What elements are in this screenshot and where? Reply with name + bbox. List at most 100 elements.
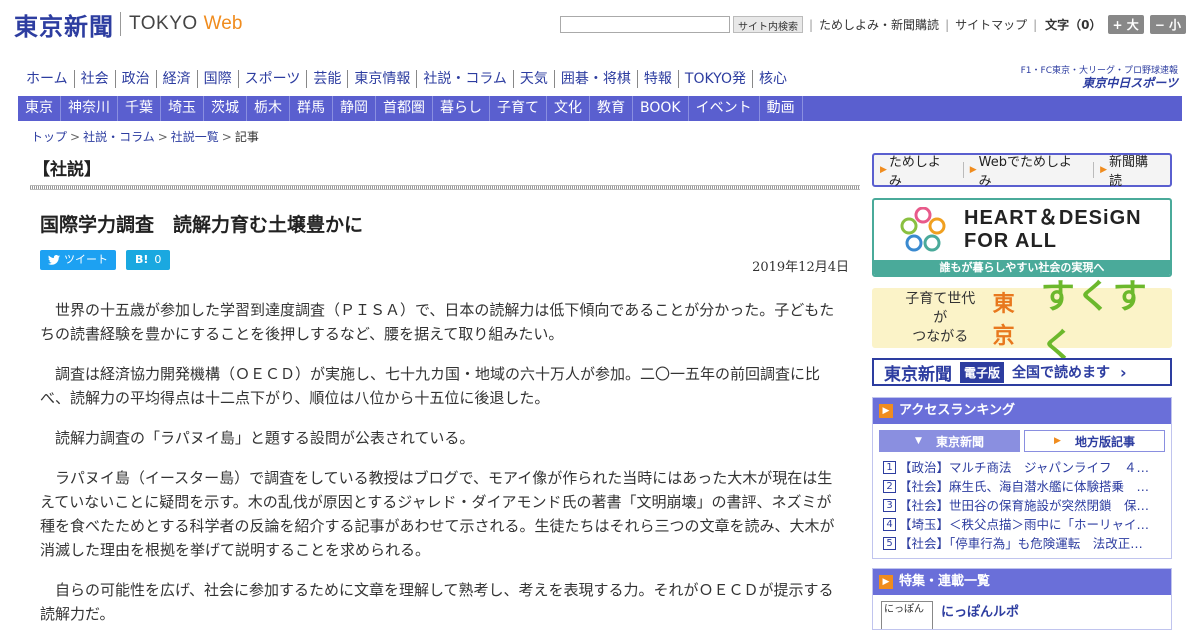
ranking-title: アクセスランキング [899,403,1015,418]
gnav-item-kakushin[interactable]: 核心 [751,70,793,88]
util-divider: | [1033,17,1038,32]
breadcrumb-editorial-list[interactable]: 社説一覧 [171,130,219,144]
access-ranking-panel: ▶ アクセスランキング ▼ 東京新聞 ▶ 地方版記事 1 【政治】マルチ商法 ジャパン… [872,397,1172,559]
chevron-down-icon: ▼ [915,436,922,446]
gnav-item-home[interactable]: ホーム [22,70,74,88]
article-paragraph: 読解力調査の「ラパヌイ島」と題する設問が公表されている。 [55,429,475,447]
suku-sub-line2: つながる [912,328,969,345]
digital-edition-banner[interactable]: 東京新聞 電子版 全国で読めます › [872,358,1172,386]
digi-logo: 東京新聞 [884,364,952,385]
site-search-button[interactable]: サイト内検索 [733,16,803,33]
ranking-item[interactable]: 1 【政治】マルチ商法 ジャパンライフ ４… [883,458,1161,477]
hd-line2: FOR ALL [964,230,1057,252]
hatena-icon: B! [135,253,149,266]
web-trial-link[interactable]: ▶ Webでためしよみ [970,151,1083,189]
article-paragraph: 調査は経済協力開発機構（ＯＥＣＤ）が実施し、七十九カ国・地域の六十万人が参加。二… [40,365,821,407]
ranking-tab-tokyo[interactable]: ▼ 東京新聞 [879,430,1020,452]
logo-en: TOKYO [129,13,198,34]
digi-text: 全国で読めます [1012,365,1111,381]
breadcrumb-top[interactable]: トップ [31,130,67,144]
suku-tokyo: 東京 [992,292,1015,349]
features-panel: ▶ 特集・連載一覧 にっぽん にっぽんルポ [872,568,1172,630]
lnav-item-ibaraki[interactable]: 茨城 [204,96,247,121]
breadcrumb: トップ > 社説・コラム > 社説一覧 > 記事 [31,130,259,144]
chunichi-brand: 東京中日スポーツ [1082,76,1178,90]
ranking-tab-local[interactable]: ▶ 地方版記事 [1024,430,1165,452]
trial-link[interactable]: ▶ ためしよみ [880,151,953,189]
ranking-item[interactable]: 4 【埼玉】＜秩父点描＞雨中に「ホーリャイ… [883,515,1161,534]
logo-jp: 東京新聞 [14,11,114,41]
chevron-right-icon: › [1120,362,1127,382]
tweet-button[interactable]: ツイート [40,250,116,270]
twitter-bird-icon [48,255,60,265]
feature-thumbnail: にっぽん [881,601,933,629]
article-paragraph: 自らの可能性を広げ、社会に参加するために文章を理解して熟考し、考えを表現する力。… [40,581,834,623]
subscribe-sidebar-link[interactable]: ▶ 新聞購読 [1100,151,1160,189]
lnav-item-douga[interactable]: 動画 [760,96,803,121]
sitemap-link[interactable]: サイトマップ [955,16,1027,33]
feature-label: にっぽんルポ [941,605,1020,620]
font-size-label: 文字（0） [1045,18,1102,32]
lnav-item-kosodate[interactable]: 子育て [490,96,547,121]
lnav-item-saitama[interactable]: 埼玉 [161,96,204,121]
lnav-item-chiba[interactable]: 千葉 [118,96,161,121]
feature-item[interactable]: にっぽん にっぽんルポ [873,595,1171,629]
breadcrumb-editorial[interactable]: 社説・コラム [83,130,155,144]
lnav-item-book[interactable]: BOOK [633,96,689,121]
gnav-item-sports[interactable]: スポーツ [237,70,307,88]
gnav-item-economy[interactable]: 経済 [155,70,197,88]
hd-line1: HEART＆DESiGN [964,207,1142,229]
gnav-item-society[interactable]: 社会 [73,70,115,88]
lnav-item-tochigi[interactable]: 栃木 [247,96,290,121]
lnav-item-kanagawa[interactable]: 神奈川 [61,96,118,121]
chunichi-sports-link[interactable]: F1・FC東京・大リーグ・プロ野球速報 東京中日スポーツ [1021,65,1178,89]
article-date: 2019年12月4日 [752,260,849,275]
sukusuku-banner[interactable]: 子育て世代が つながる 東京 すくすく [872,277,1172,366]
suku-sub-line1: 子育て世代が [905,290,976,326]
heart-design-logo-icon [900,207,946,252]
subscribe-link[interactable]: ためしよみ・新聞購読 [819,16,939,33]
gnav-item-politics[interactable]: 政治 [114,70,156,88]
arrow-right-icon: ▶ [1100,165,1107,175]
gnav-item-tokyo-info[interactable]: 東京情報 [347,70,416,88]
lnav-item-gunma[interactable]: 群馬 [290,96,333,121]
lnav-item-kyoiku[interactable]: 教育 [590,96,633,121]
suku-main: すくすく [1040,277,1149,366]
font-size-up-button[interactable]: + 大 [1107,15,1144,34]
local-nav: 東京 神奈川 千葉 埼玉 茨城 栃木 群馬 静岡 首都圏 暮らし 子育て 文化 … [18,96,1182,121]
arrow-right-icon: ▶ [879,404,893,418]
site-search-input[interactable] [560,16,730,33]
gnav-item-tokuho[interactable]: 特報 [636,70,678,88]
lnav-item-event[interactable]: イベント [689,96,760,121]
gnav-item-editorial[interactable]: 社説・コラム [416,70,513,88]
section-divider [30,185,860,190]
article-paragraph: ラパヌイ島（イースター島）で調査をしている教授はブログで、モアイ像が作られた当時… [40,469,835,559]
gnav-item-entertainment[interactable]: 芸能 [306,70,347,88]
ranking-item[interactable]: 2 【社会】麻生氏、海自潜水艦に体験搭乗 … [883,477,1161,496]
subscription-links: ▶ ためしよみ ▶ Webでためしよみ ▶ 新聞購読 [872,151,1172,189]
gnav-item-weather[interactable]: 天気 [512,70,554,88]
gnav-item-international[interactable]: 国際 [196,70,238,88]
features-title: 特集・連載一覧 [899,574,991,589]
lnav-item-bunka[interactable]: 文化 [547,96,590,121]
ranking-item[interactable]: 3 【社会】世田谷の保育施設が突然閉鎖 保… [883,496,1161,515]
article-headline: 国際学力調査 読解力育む土壌豊かに [40,214,364,236]
global-nav: ホーム 社会 政治 経済 国際 スポーツ 芸能 東京情報 社説・コラム 天気 囲… [22,70,793,88]
lnav-item-kurashi[interactable]: 暮らし [433,96,490,121]
gnav-item-tokyo-hatsu[interactable]: TOKYO発 [677,70,752,88]
gnav-item-igo-shogi[interactable]: 囲碁・将棋 [553,70,637,88]
site-logo[interactable]: 東京新聞 TOKYO Web [14,8,242,41]
ranking-item[interactable]: 5 【社会】「停車行為」も危険運転 法改正… [883,534,1161,553]
util-divider: | [809,17,814,32]
font-size-down-button[interactable]: − 小 [1149,15,1186,34]
lnav-item-tokyo[interactable]: 東京 [18,96,61,121]
lnav-item-shutoken[interactable]: 首都圏 [376,96,433,121]
article-body: 世界の十五歳が参加した学習到達度調査（ＰＩＳＡ）で、日本の読解力は低下傾向である… [40,298,842,630]
digi-badge: 電子版 [960,361,1005,383]
breadcrumb-current: 記事 [234,130,259,144]
util-divider: | [945,17,950,32]
heart-design-banner[interactable]: HEART＆DESiGN FOR ALL 誰もが暮らしやすい社会の実現へ [872,198,1172,277]
lnav-item-shizuoka[interactable]: 静岡 [333,96,376,121]
hatena-bookmark-button[interactable]: B! 0 [126,250,171,270]
ranking-list: 1 【政治】マルチ商法 ジャパンライフ ４… 2 【社会】麻生氏、海自潜水艦に体験搭… [873,456,1171,555]
